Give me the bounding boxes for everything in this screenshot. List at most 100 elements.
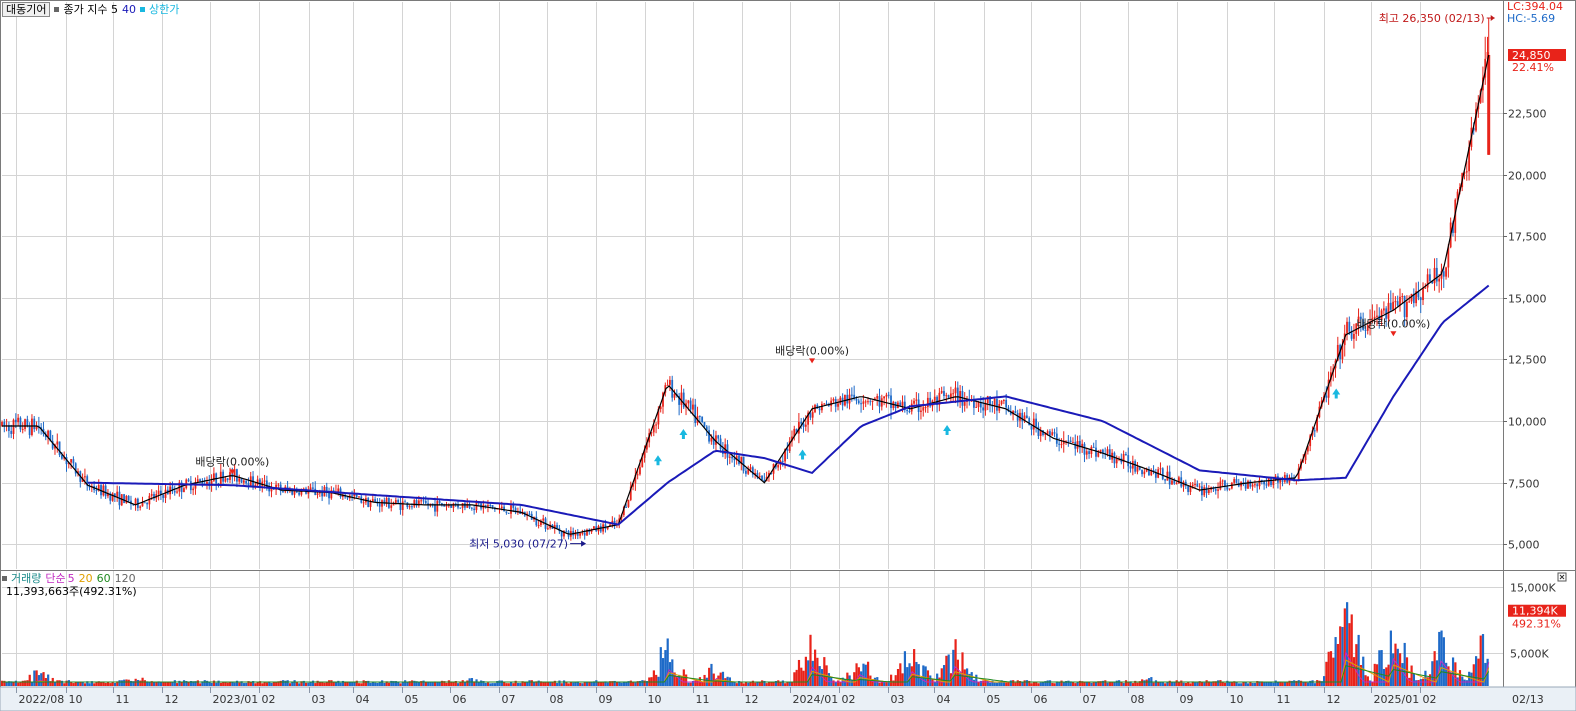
volume-bar bbox=[1263, 682, 1266, 686]
candle-body bbox=[839, 397, 842, 404]
volume-ma120-label: 120 bbox=[114, 572, 136, 585]
candle-body bbox=[703, 422, 706, 427]
volume-bar bbox=[1346, 602, 1349, 686]
volume-bar bbox=[643, 680, 646, 686]
x-tick-label: 08 bbox=[550, 693, 564, 706]
candle-body bbox=[256, 479, 259, 485]
volume-bar bbox=[811, 660, 814, 686]
volume-bar bbox=[1217, 680, 1220, 686]
volume-bar bbox=[526, 682, 529, 686]
ma40-label: 40 bbox=[121, 3, 136, 16]
volume-bar bbox=[784, 683, 787, 686]
candle-body bbox=[316, 493, 319, 495]
volume-bar bbox=[353, 682, 356, 686]
stock-name-button[interactable]: 대동기어 bbox=[2, 2, 51, 17]
x-tick-label: 07 bbox=[502, 693, 516, 706]
volume-bar bbox=[381, 680, 384, 686]
volume-bar bbox=[1074, 683, 1077, 686]
candle-body bbox=[1313, 430, 1316, 432]
candle-body bbox=[956, 387, 959, 403]
volume-bar bbox=[899, 663, 902, 686]
candle-body bbox=[673, 394, 676, 398]
volume-bar bbox=[917, 664, 920, 686]
candle-body bbox=[238, 478, 241, 482]
candle-body bbox=[804, 424, 807, 427]
candle-body bbox=[164, 489, 167, 498]
candle-body bbox=[277, 484, 280, 486]
volume-bar bbox=[984, 680, 987, 686]
volume-bar bbox=[1180, 680, 1183, 686]
candle-body bbox=[1281, 480, 1284, 482]
candle-body bbox=[1085, 451, 1088, 455]
candle-body bbox=[1419, 297, 1422, 301]
y-tick-label: 5,000 bbox=[1508, 539, 1540, 552]
candle-body bbox=[689, 400, 692, 410]
candle-body bbox=[176, 491, 178, 493]
candle-body bbox=[1159, 468, 1162, 470]
volume-bar bbox=[982, 680, 985, 686]
x-tick-label: 12 bbox=[1327, 693, 1341, 706]
x-tick-label: 09 bbox=[599, 693, 613, 706]
volume-bar bbox=[56, 680, 59, 686]
volume-bar bbox=[1152, 682, 1155, 686]
volume-bar bbox=[173, 680, 176, 686]
volume-bar bbox=[772, 682, 775, 686]
volume-bar bbox=[24, 680, 27, 686]
volume-bar bbox=[212, 680, 216, 686]
volume-bar bbox=[505, 683, 508, 686]
volume-bar bbox=[298, 683, 301, 686]
volume-bar bbox=[618, 682, 621, 686]
volume-bar bbox=[1313, 683, 1316, 686]
candle-body bbox=[484, 504, 487, 507]
candle-body bbox=[745, 470, 747, 474]
volume-bar bbox=[1412, 673, 1416, 686]
volume-bar bbox=[696, 680, 699, 686]
volume-bar bbox=[1456, 677, 1459, 686]
candle-body bbox=[1256, 484, 1259, 487]
candle-body bbox=[871, 400, 874, 402]
y-tick-label: 7,500 bbox=[1508, 478, 1540, 491]
volume-bar bbox=[509, 682, 513, 686]
low-arrow-icon bbox=[581, 540, 587, 547]
volume-bar bbox=[579, 682, 582, 686]
volume-bar bbox=[866, 661, 870, 686]
volume-bar bbox=[1334, 637, 1337, 686]
volume-bar bbox=[104, 682, 107, 686]
volume-title: 거래량 bbox=[11, 572, 42, 585]
volume-bar bbox=[404, 680, 407, 686]
x-tick-label: 10 bbox=[648, 693, 662, 706]
x-tick-label: 12 bbox=[745, 693, 759, 706]
x-tick-label: 02 bbox=[1423, 693, 1437, 706]
volume-bar bbox=[1067, 680, 1070, 686]
volume-bar bbox=[406, 681, 409, 686]
candle-body bbox=[906, 409, 909, 412]
candle-body bbox=[1433, 267, 1436, 284]
volume-bar bbox=[42, 672, 45, 686]
volume-bar bbox=[1302, 681, 1305, 686]
volume-bar bbox=[58, 680, 61, 686]
volume-bar bbox=[735, 683, 738, 686]
volume-bar bbox=[929, 675, 932, 686]
dividend-marker-icon bbox=[1390, 331, 1397, 337]
candle-body bbox=[10, 430, 13, 434]
candle-body bbox=[17, 417, 20, 423]
volume-bar bbox=[1046, 680, 1049, 686]
candle-body bbox=[680, 392, 683, 405]
candle-body bbox=[1088, 451, 1090, 455]
candle-body bbox=[1198, 486, 1201, 488]
volume-bar bbox=[1322, 676, 1326, 686]
candle-body bbox=[940, 391, 943, 393]
y-tick-label: 10,000 bbox=[1508, 416, 1547, 429]
candle-body bbox=[70, 459, 72, 463]
candle-body bbox=[837, 403, 839, 407]
candle-body bbox=[850, 394, 853, 396]
volume-bar bbox=[942, 665, 946, 686]
candle-body bbox=[1221, 480, 1224, 482]
volume-bar bbox=[961, 652, 964, 686]
volume-bar bbox=[625, 682, 628, 686]
volume-bar bbox=[1343, 608, 1346, 686]
volume-bar bbox=[486, 682, 490, 686]
candle-body bbox=[1097, 452, 1100, 457]
volume-bar bbox=[558, 680, 561, 686]
candle-body bbox=[1205, 487, 1208, 494]
